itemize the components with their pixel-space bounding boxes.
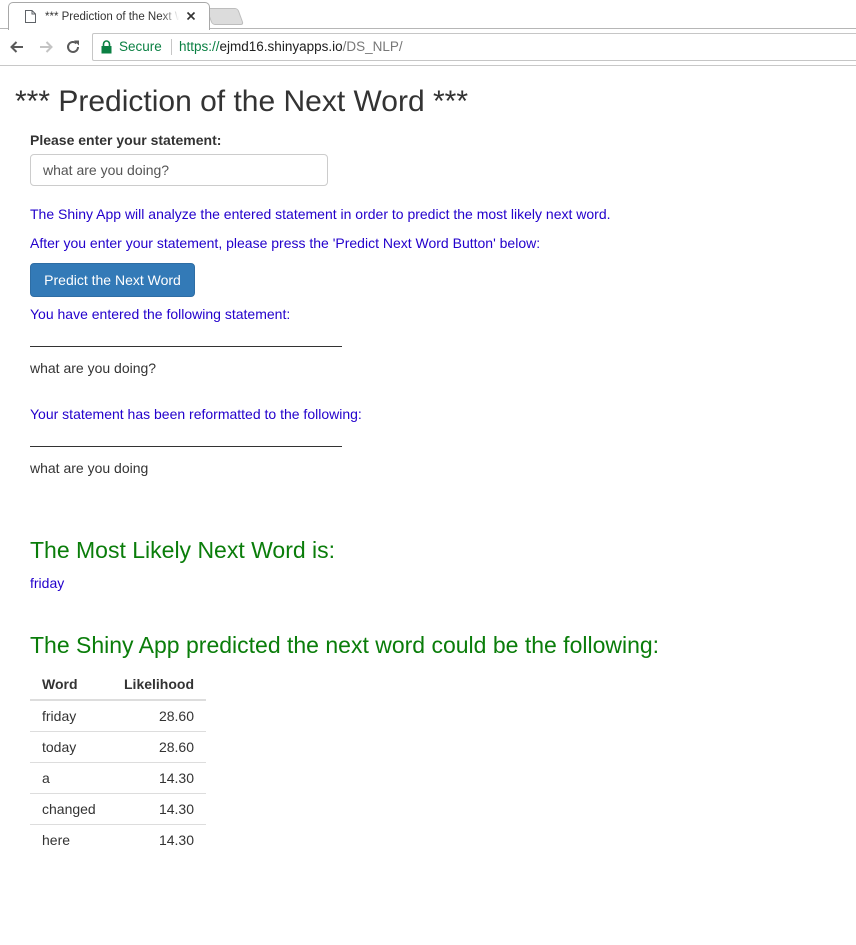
reload-icon[interactable]	[64, 38, 82, 56]
url-host: ejmd16.shinyapps.io	[219, 39, 343, 54]
info-text-analyze: The Shiny App will analyze the entered s…	[30, 206, 611, 222]
back-arrow-icon[interactable]	[8, 38, 26, 56]
statement-input[interactable]	[30, 154, 328, 186]
cell-word: friday	[30, 699, 109, 731]
table-row: today 28.60	[30, 730, 206, 762]
cell-likelihood: 14.30	[109, 761, 206, 793]
lock-icon	[101, 40, 112, 54]
cell-word: a	[30, 761, 109, 793]
address-bar[interactable]: Secure https://ejmd16.shinyapps.io/DS_NL…	[92, 33, 856, 61]
tab-title: *** Prediction of the Next Word ***	[45, 11, 179, 23]
cell-likelihood: 28.60	[109, 730, 206, 762]
browser-toolbar: Secure https://ejmd16.shinyapps.io/DS_NL…	[0, 29, 856, 66]
address-divider	[171, 39, 172, 55]
cell-word: here	[30, 823, 109, 855]
browser-tab[interactable]: *** Prediction of the Next Word ***	[8, 2, 210, 30]
reformatted-statement-label: Your statement has been reformatted to t…	[30, 406, 362, 422]
table-header-row: Word Likelihood	[30, 669, 206, 701]
divider	[30, 446, 342, 447]
table-row: here 14.30	[30, 823, 206, 855]
cell-likelihood: 14.30	[109, 823, 206, 855]
divider	[30, 346, 342, 347]
most-likely-word: friday	[30, 575, 65, 591]
page-icon	[25, 10, 36, 23]
entered-statement-value: what are you doing?	[30, 360, 157, 376]
column-header-likelihood: Likelihood	[109, 669, 206, 701]
most-likely-heading: The Most Likely Next Word is:	[30, 537, 336, 563]
secure-label: Secure	[119, 39, 162, 54]
predictions-heading: The Shiny App predicted the next word co…	[30, 632, 660, 658]
url-text: https://ejmd16.shinyapps.io/DS_NLP/	[179, 39, 403, 55]
column-header-word: Word	[30, 669, 109, 701]
statement-label: Please enter your statement:	[30, 132, 222, 148]
page-content: *** Prediction of the Next Word *** Plea…	[0, 66, 856, 945]
cell-likelihood: 14.30	[109, 792, 206, 824]
reformatted-statement-value: what are you doing	[30, 460, 149, 476]
url-path: /DS_NLP/	[342, 39, 403, 54]
table-row: a 14.30	[30, 761, 206, 793]
table-row: friday 28.60	[30, 699, 206, 731]
entered-statement-label: You have entered the following statement…	[30, 306, 291, 322]
info-text-instructions: After you enter your statement, please p…	[30, 235, 541, 251]
cell-word: today	[30, 730, 109, 762]
new-tab-button[interactable]	[205, 8, 245, 25]
cell-likelihood: 28.60	[109, 699, 206, 731]
forward-arrow-icon[interactable]	[37, 38, 55, 56]
page-title: *** Prediction of the Next Word ***	[15, 85, 469, 118]
cell-word: changed	[30, 792, 109, 824]
predict-button[interactable]: Predict the Next Word	[30, 263, 195, 297]
predictions-table: Word Likelihood friday 28.60 today 28.60…	[30, 669, 206, 855]
table-row: changed 14.30	[30, 792, 206, 824]
close-icon[interactable]	[184, 9, 198, 23]
tab-strip: *** Prediction of the Next Word ***	[0, 0, 856, 30]
url-scheme: https://	[179, 39, 220, 54]
